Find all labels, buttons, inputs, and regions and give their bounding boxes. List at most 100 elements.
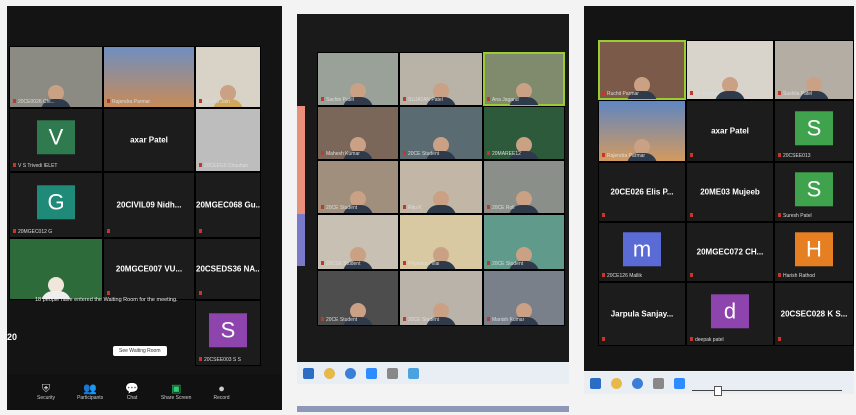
video-tile[interactable]: 20CE Student <box>483 214 565 270</box>
video-tile[interactable]: Rajendra Parmar <box>598 100 686 162</box>
mic-muted-icon <box>199 229 204 235</box>
tile-label: 20CE Student <box>321 205 357 211</box>
video-tile[interactable]: SUJATAN Patel <box>399 52 483 106</box>
settings-icon[interactable] <box>387 367 398 379</box>
settings-icon[interactable] <box>653 377 664 389</box>
participant-tile[interactable]: G 20MGEC012 G <box>9 172 103 238</box>
participant-name: axar Patel <box>711 126 749 136</box>
tile-label: 20CE126 Mallik <box>602 273 642 279</box>
zoom-icon[interactable] <box>674 377 685 389</box>
video-tile[interactable]: 20CE0026 Chi... <box>9 46 103 108</box>
video-tile[interactable]: Ruchit Parmar <box>598 40 686 100</box>
video-tile[interactable]: 20CE Student <box>399 106 483 160</box>
zoom-window-left: 20CE0026 Chi... Rajendra Parmar Mamta Ja… <box>7 6 282 410</box>
participant-tile[interactable]: S 20CSEE003 S S <box>195 300 261 366</box>
participants-button[interactable]: 👥 Participants <box>77 383 103 401</box>
tile-label: 20CE Student <box>487 261 523 267</box>
tile-label: 20CSE Student <box>321 261 360 267</box>
participant-tile[interactable]: axar Patel <box>103 108 195 172</box>
tile-label: Mamta Jain <box>199 99 230 105</box>
browser-icon[interactable] <box>632 377 643 389</box>
video-tile[interactable]: Dr. Parmar <box>686 40 774 100</box>
video-tile[interactable]: 20CE Student <box>317 160 399 214</box>
mic-muted-icon <box>690 273 695 279</box>
participant-name: 20CE026 Elis P... <box>610 187 674 197</box>
video-tile[interactable]: 20CEEG0 Chauhan <box>195 108 261 172</box>
participant-tile[interactable]: 20CSEC028 K S... <box>774 282 854 346</box>
scroll-handle[interactable] <box>714 386 722 396</box>
participant-tile[interactable]: 20CE026 Elis P... <box>598 162 686 222</box>
record-button[interactable]: ● Record <box>213 383 229 401</box>
video-tile[interactable]: 20CE Student <box>317 270 399 326</box>
chrome-icon[interactable] <box>611 377 622 389</box>
video-tile[interactable]: Sachin Patel <box>317 52 399 106</box>
participant-tile[interactable]: m 20CE126 Mallik <box>598 222 686 282</box>
video-tile[interactable]: Sushila Patel <box>774 40 854 100</box>
participant-tile[interactable]: V V S Trivedi IELET <box>9 108 103 172</box>
zoom-window-right: Ruchit Parmar Dr. Parmar Sushila Patel Raje… <box>584 6 854 371</box>
participant-tile[interactable]: axar Patel <box>686 100 774 162</box>
tile-label: Ruchit Parmar <box>602 91 639 97</box>
zoom-icon[interactable] <box>366 367 377 379</box>
start-icon[interactable] <box>590 377 601 389</box>
start-icon[interactable] <box>303 367 314 379</box>
tile-label: SUJATAN Patel <box>403 97 443 103</box>
participant-name: Jarpula Sanjay... <box>610 309 674 319</box>
share-screen-button[interactable]: ▣ Share Screen <box>161 383 192 401</box>
video-tile[interactable]: 20CE Student <box>399 270 483 326</box>
chat-icon: 💬 <box>125 383 139 395</box>
participant-name: 20MGEC072 CH... <box>696 247 764 257</box>
participant-tile[interactable]: 20ME03 Mujeeb <box>686 162 774 222</box>
video-tile[interactable]: Manish Kumar <box>483 270 565 326</box>
participant-tile[interactable]: 20MGEC072 CH... <box>686 222 774 282</box>
video-tile[interactable]: Mahesh Kumar <box>317 106 399 160</box>
mic-muted-icon <box>690 213 695 219</box>
side-label: 20 <box>7 332 18 342</box>
tile-label: Ana Jagand <box>487 97 519 103</box>
participant-tile[interactable]: 20CSEDS36 NA... <box>195 238 261 300</box>
chat-button[interactable]: 💬 Chat <box>125 383 139 401</box>
record-icon: ● <box>218 383 225 395</box>
participant-tile[interactable]: 20MGEC068 Gu... <box>195 172 261 238</box>
mail-icon[interactable] <box>408 367 419 379</box>
video-tile[interactable]: Mamta Jain <box>195 46 261 108</box>
participant-tile[interactable]: S Suresh Patel <box>774 162 854 222</box>
participant-tile[interactable]: H Harish Rathod <box>774 222 854 282</box>
participant-tile[interactable]: 20MGCE007 VU... <box>103 238 195 300</box>
tile-label: Harish Rathod <box>778 273 815 279</box>
browser-icon[interactable] <box>345 367 356 379</box>
tile-label: 20CE Student <box>403 151 439 157</box>
chrome-icon[interactable] <box>324 367 335 379</box>
video-tile[interactable]: Ana Jagand <box>483 52 565 106</box>
see-waiting-room-button[interactable]: See Waiting Room <box>113 346 167 356</box>
avatar: S <box>795 111 833 146</box>
zoom-window-middle: Sachin Patel SUJATAN Patel Ana Jagand Mahes… <box>297 14 569 384</box>
mic-muted-icon <box>107 229 112 235</box>
bottom-bar <box>297 406 569 412</box>
tile-label: 20CEEG0 Chauhan <box>199 163 248 169</box>
video-tile[interactable]: 20CE Roll <box>483 160 565 214</box>
participant-tile[interactable]: Jarpula Sanjay... <box>598 282 686 346</box>
tile-label: Rajendra Parmar <box>602 153 645 159</box>
participant-tile[interactable]: 20CIVIL09 Nidh... <box>103 172 195 238</box>
video-tile[interactable]: Priyanka Pillai <box>399 214 483 270</box>
participant-name: 20CIVIL09 Nidh... <box>116 200 182 210</box>
avatar: H <box>795 232 833 267</box>
video-tile[interactable]: Ritu K <box>399 160 483 214</box>
left-accent-strip <box>297 106 305 216</box>
participant-name: 20CSEDS36 NA... <box>196 264 260 274</box>
security-button[interactable]: ⛨ Security <box>37 383 55 401</box>
video-tile[interactable] <box>9 238 103 300</box>
video-tile[interactable]: 20MAREE12 <box>483 106 565 160</box>
mic-muted-icon <box>778 337 783 343</box>
participant-tile[interactable]: d deepak patel <box>686 282 774 346</box>
tile-label: deepak patel <box>690 337 724 343</box>
video-tile[interactable]: Rajendra Parmar <box>103 46 195 108</box>
tile-label: 20CE0026 Chi... <box>13 99 55 105</box>
share-screen-icon: ▣ <box>170 383 182 395</box>
avatar: S <box>209 313 247 348</box>
tile-label: 20CE Roll <box>487 205 515 211</box>
participant-tile[interactable]: S 20CSEE013 <box>774 100 854 162</box>
tile-label: Suresh Patel <box>778 213 812 219</box>
video-tile[interactable]: 20CSE Student <box>317 214 399 270</box>
